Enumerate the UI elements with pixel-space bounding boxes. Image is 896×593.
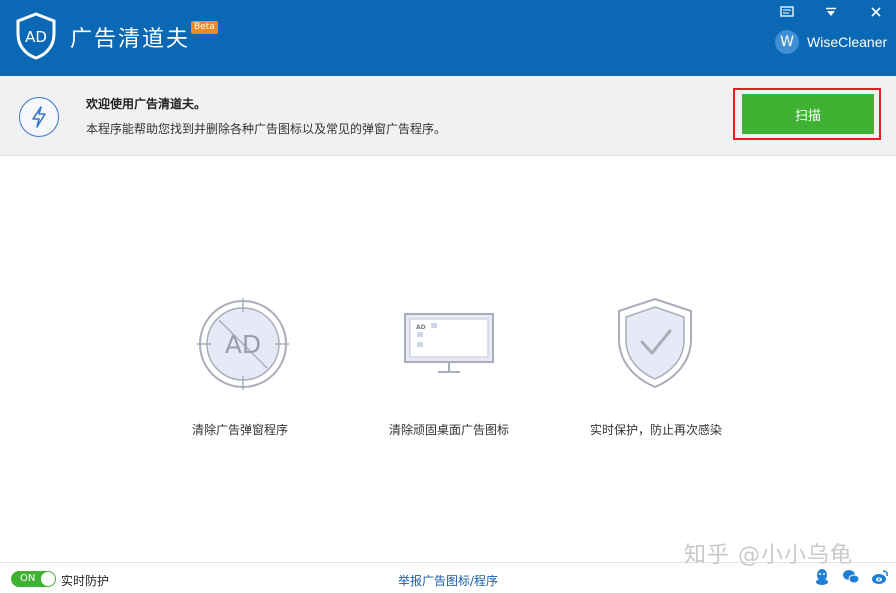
weibo-button[interactable] (871, 568, 889, 586)
close-button[interactable] (865, 3, 887, 21)
welcome-text: 欢迎使用广告清道夫。 (86, 97, 207, 111)
monitor-icon: AD (403, 312, 495, 376)
menu-dropdown-icon (826, 7, 836, 16)
app-logo: AD (14, 12, 58, 60)
zhihu-watermark: 知乎 @小小乌龟 (684, 543, 853, 568)
feature-label-remove-popups: 清除广告弹窗程序 (192, 423, 289, 437)
brand-name: WiseCleaner (807, 34, 888, 50)
lightning-icon (19, 97, 59, 137)
feedback-button[interactable] (776, 3, 798, 21)
feature-label-realtime-protection: 实时保护，防止再次感染 (590, 423, 723, 437)
beta-badge: Beta (191, 21, 218, 34)
monitor-icon-text: AD (416, 324, 426, 331)
close-icon (871, 7, 881, 17)
weibo-icon (872, 570, 888, 584)
scan-button[interactable]: 扫描 (742, 94, 874, 134)
toggle-knob (41, 572, 55, 586)
description-text: 本程序能帮助您找到并删除各种广告图标以及常见的弹窗广告程序。 (86, 122, 447, 136)
qq-icon (816, 569, 828, 585)
ad-block-icon-text: AD (225, 330, 261, 359)
menu-button[interactable] (820, 3, 842, 21)
realtime-protection-label: 实时防护 (61, 574, 110, 588)
realtime-protection-toggle[interactable]: ON (11, 571, 56, 587)
toggle-state: ON (20, 573, 36, 584)
qq-button[interactable] (813, 568, 831, 586)
wisecleaner-brand[interactable]: W WiseCleaner (775, 30, 887, 54)
wechat-icon (843, 570, 860, 584)
feature-label-remove-desktop-icons: 清除顽固桌面广告图标 (389, 423, 510, 437)
ad-block-icon: AD (197, 298, 289, 390)
wechat-button[interactable] (842, 568, 860, 586)
logo-text: AD (25, 28, 47, 46)
app-title: 广告清道夫 (70, 27, 191, 52)
wisecleaner-logo-icon: W (775, 30, 799, 54)
feedback-icon (780, 6, 794, 17)
title-bar: AD 广告清道夫 Beta W WiseCleaner (0, 0, 896, 76)
app-window: AD 广告清道夫 Beta W WiseCleaner 欢迎使用广告清道夫。 本… (0, 0, 896, 593)
report-ad-link[interactable]: 举报广告图标/程序 (398, 572, 498, 589)
shield-check-icon (616, 297, 694, 389)
